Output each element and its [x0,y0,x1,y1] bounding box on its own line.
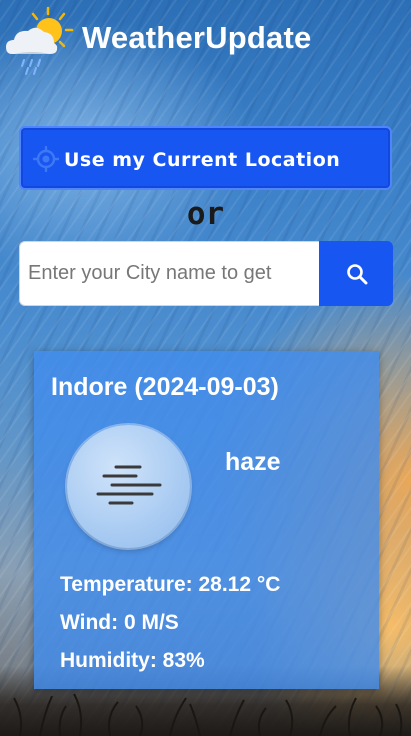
use-current-location-label: Use my Current Location [64,149,341,171]
search-button[interactable] [319,241,393,306]
location-date-title: Indore (2024-09-03) [51,373,279,401]
humidity-reading: Humidity: 83% [60,649,205,672]
sun-cloud-rain-icon [6,6,74,75]
haze-icon [96,465,162,505]
use-current-location-button[interactable]: Use my Current Location [19,126,392,190]
condition-icon-circle [67,425,190,548]
city-search-input[interactable] [19,241,319,306]
crosshair-icon [33,146,59,172]
condition-label: haze [225,448,281,476]
or-divider: or [186,196,225,232]
temperature-reading: Temperature: 28.12 °C [60,573,281,596]
app-header: WeatherUpdate [0,0,411,78]
search-bar [19,241,393,306]
search-icon [347,264,368,285]
weather-card: Indore (2024-09-03) haze Temperature: 28… [34,351,379,689]
app-title: WeatherUpdate [82,20,312,55]
wind-reading: Wind: 0 M/S [60,611,179,634]
